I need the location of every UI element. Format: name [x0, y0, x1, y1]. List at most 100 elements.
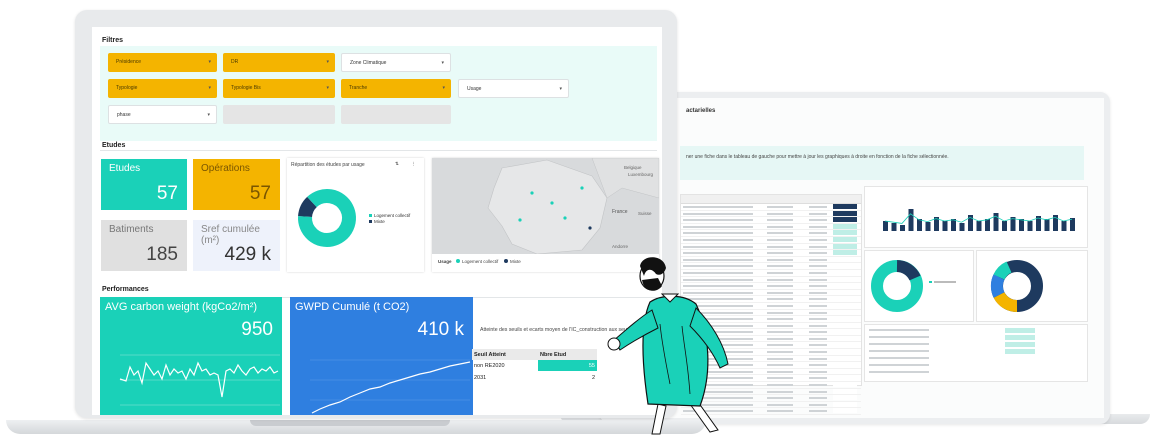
filter-presidence[interactable]: Présidence ▾ [108, 53, 217, 72]
fiche-table-cell [767, 331, 793, 334]
card-etudes-label: Etudes [109, 163, 141, 174]
fiche-table-cell [683, 238, 753, 241]
back-small-highlight [1005, 370, 1035, 375]
fiche-table-cell [833, 329, 857, 335]
usage-donut-panel: Répartition des études par usage ⇅ ⋮ Log… [287, 158, 424, 272]
map-legend-title: Usage [438, 259, 452, 264]
card-gwpd-value: 410 k [417, 319, 464, 340]
fiche-table-cell [809, 377, 827, 380]
map-label-andorre: Andorre [612, 244, 629, 249]
person-leg [651, 403, 667, 435]
map-marker[interactable] [550, 201, 554, 205]
fiche-table-cell [767, 318, 793, 321]
fiche-table-row[interactable] [681, 217, 861, 224]
filter-typologie-bis-label: Typologie Bis [231, 85, 261, 91]
filter-phase[interactable]: phase ▾ [108, 105, 217, 124]
fiche-table-cell [833, 375, 857, 381]
fiche-table-cell [767, 311, 793, 314]
front-laptop: Filtres Présidence ▾ DR ▾ Zone Climatiqu… [75, 10, 677, 418]
map-marker[interactable] [588, 226, 592, 230]
back-small-highlight [1005, 349, 1035, 354]
filter-typologie-bis[interactable]: Typologie Bis ▾ [223, 79, 335, 98]
fiche-table-row[interactable] [681, 223, 861, 231]
card-operations: Opérations 57 [193, 159, 280, 210]
fiche-table-cell [809, 225, 827, 228]
fiche-table-cell [833, 217, 857, 223]
fiche-table-cell [809, 410, 827, 413]
france-map[interactable]: Belgique Luxembourg France Suisse Andorr… [432, 157, 660, 255]
seuils-header-seuil[interactable]: Seuil Atteint [472, 349, 538, 360]
fiche-table-cell [767, 212, 793, 215]
fiche-table-cell [767, 252, 793, 255]
filter-usage-label: Usage [467, 86, 482, 92]
seuils-row-2-seuil: 2031 [474, 375, 487, 381]
map-marker[interactable] [530, 191, 534, 195]
fiche-table-cell [833, 223, 857, 229]
back-donut-2 [990, 260, 1043, 313]
fiche-table-cell [683, 232, 753, 235]
fiche-table-cell [809, 271, 827, 274]
back-bar [891, 223, 897, 231]
fiche-table-cell [767, 337, 793, 340]
fiche-table-cell [833, 368, 857, 374]
fiche-table-cell [809, 212, 827, 215]
fiche-table-cell [833, 230, 857, 236]
back-small-cell [869, 343, 929, 345]
map-marker[interactable] [563, 216, 567, 220]
back-dashboard-title: actarielles [686, 108, 716, 114]
fiche-table-cell [833, 401, 857, 407]
filter-zone-climatique[interactable]: Zone Climatique ▾ [341, 53, 451, 72]
back-donut-1 [871, 260, 956, 312]
fiche-table-row[interactable] [681, 230, 861, 237]
back-bar [925, 222, 931, 231]
map-marker[interactable] [580, 186, 584, 190]
fiche-table-cell [809, 219, 827, 222]
fiche-table-row[interactable] [681, 243, 861, 251]
filter-typologie[interactable]: Typologie ▾ [108, 79, 217, 98]
back-bar-chart-panel [864, 186, 1088, 248]
chevron-down-icon: ▾ [207, 112, 210, 118]
fiche-table-cell [833, 388, 857, 394]
back-donut-panel-1 [864, 250, 974, 322]
fiche-table-cell [833, 302, 857, 308]
back-small-cell [869, 336, 929, 338]
fiche-table-cell [833, 256, 857, 262]
fiche-table-cell [767, 410, 793, 413]
fiche-table-cell [767, 271, 793, 274]
filter-dr[interactable]: DR ▾ [223, 53, 335, 72]
person-leg [689, 401, 719, 433]
filter-tranche[interactable]: Tranche ▾ [341, 79, 451, 98]
usage-donut-slice[interactable] [298, 196, 318, 218]
chevron-down-icon: ▾ [442, 85, 445, 91]
card-etudes: Etudes 57 [101, 159, 187, 210]
fiche-table-cell [809, 370, 827, 373]
fiche-table-row[interactable] [681, 236, 861, 244]
fiche-table-row[interactable] [681, 210, 861, 218]
fiche-table-row[interactable] [681, 204, 861, 211]
fiche-table-cell [767, 206, 793, 208]
front-laptop-notch [250, 420, 450, 426]
gwpd-cumulative-line [310, 359, 471, 414]
back-small-cell [869, 350, 929, 352]
map-legend-swatch-mixte [504, 259, 508, 263]
fiche-table-cell [833, 236, 857, 242]
fiche-table-cell [683, 219, 753, 222]
map-marker[interactable] [518, 218, 522, 222]
fiche-table-cell [833, 309, 857, 315]
fiche-table-cell [767, 219, 793, 222]
card-operations-label: Opérations [201, 163, 250, 174]
filter-tranche-label: Tranche [349, 85, 368, 91]
legend-mixte: Mixte [374, 219, 385, 224]
fiche-table-cell [809, 304, 827, 307]
fiche-table-cell [767, 291, 793, 294]
fiche-table-cell [809, 324, 827, 327]
legend-swatch-logement [369, 214, 372, 217]
fiche-table-cell [683, 245, 753, 248]
fiche-table-cell [809, 238, 827, 241]
seuils-header-nb[interactable]: Nbre Etud [538, 349, 597, 360]
fiche-table-cell [809, 206, 827, 208]
fiche-table-cell [767, 357, 793, 360]
filter-usage[interactable]: Usage ▾ [458, 79, 569, 98]
filter-zone-climatique-label: Zone Climatique [350, 60, 387, 66]
fiche-table-cell [767, 364, 793, 367]
